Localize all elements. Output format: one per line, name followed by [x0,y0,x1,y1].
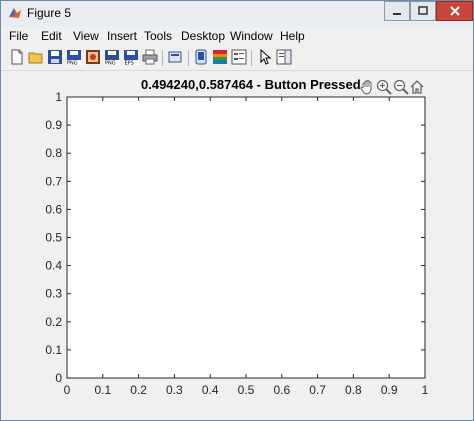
x-tick-label: 1 [422,383,429,397]
zoom-out-icon[interactable] [393,79,409,95]
zoom-in-icon[interactable] [376,79,392,95]
y-tick-label: 0.4 [45,259,62,273]
x-tick-label: 0.3 [166,383,183,397]
x-tick-label: 0.9 [381,383,398,397]
x-tick-label: 0.5 [238,383,255,397]
axes[interactable]: 0 0.1 0.2 0.3 0.4 0.5 0.6 0.7 0.8 0.9 1 0 0.1 0.2 0.3… [1,1,473,420]
x-tick-label: 0.6 [273,383,290,397]
x-tick-label: 0.2 [130,383,147,397]
x-tick-label: 0.7 [309,383,326,397]
y-tick-label: 0.9 [45,118,62,132]
y-tick-label: 0.6 [45,202,62,216]
y-tick-label: 1 [55,90,62,104]
axes-title: 0.494240,0.587464 - Button Pressed [141,77,361,92]
y-tick-label: 0 [55,371,62,385]
y-tick-label: 0.2 [45,315,62,329]
home-icon[interactable] [409,79,425,95]
x-tick-label: 0.4 [202,383,219,397]
x-tick-label: 0.8 [345,383,362,397]
x-tick-label: 0 [64,383,71,397]
axes-plot-area[interactable] [66,96,426,379]
y-tick-label: 0.5 [45,231,62,245]
y-tick-label: 0.3 [45,287,62,301]
x-tick-label: 0.1 [94,383,111,397]
pan-icon[interactable] [359,79,375,95]
y-tick-label: 0.1 [45,343,62,357]
y-tick-label: 0.8 [45,146,62,160]
y-tick-label: 0.7 [45,174,62,188]
figure-window: Figure 5 File Edit View Insert Tools Des… [0,0,474,421]
